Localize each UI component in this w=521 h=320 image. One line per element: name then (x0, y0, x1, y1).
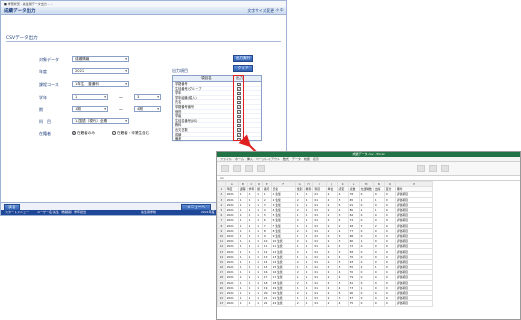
font-icon[interactable] (233, 165, 241, 172)
data-type-label: 対象データ (39, 57, 59, 62)
page-title: 成績データ出力 (4, 9, 36, 14)
fields-label: 出力項目 (172, 68, 188, 73)
field-item-label: 氏名 (175, 100, 182, 105)
field-list: 項目名 出力 学籍番号 ✓ 生徒番号/グループ ✓ 学年 ✓ 学年組番(縦入) ✓ 氏名 ✓ 学籍番… (172, 75, 262, 142)
field-item-label: 出欠日数 (175, 127, 188, 132)
table-cell[interactable]: 評価項目 (394, 300, 434, 307)
table-cell[interactable]: 01 (312, 300, 327, 307)
spreadsheet-grid[interactable]: A B C D E F G H I J K L M N O P 1 年度 課程 学年組番号 氏名 性別 教科 科目 単位 評定 点数… (217, 180, 434, 307)
app-header: 成績データ出力 文字サイズ変更 小 中 (1, 7, 286, 15)
clear-button[interactable]: クリア (233, 65, 253, 72)
status-school: 先生用学校 (141, 210, 157, 214)
term-label: 期 (39, 107, 43, 112)
font-size-buttons[interactable]: 小 中 (275, 8, 284, 13)
status-info: 2021年度 (201, 210, 215, 214)
align-icon[interactable] (245, 165, 253, 172)
table-row: 23 2021 1 1 1 22 22 生徒 2 1 01 2 4 75 0 0 0 評価項目 (217, 300, 434, 307)
chevron-down-icon: ▾ (125, 69, 127, 73)
font-size-label: 文字サイズ変更 (247, 8, 274, 13)
chevron-down-icon: ▾ (157, 107, 159, 111)
term-from-select[interactable]: 1期 ▾ (72, 106, 108, 112)
chevron-down-icon: ▾ (104, 107, 106, 111)
field-item-label: 個別 (175, 109, 182, 114)
chevron-down-icon: ▾ (125, 82, 127, 86)
table-cell[interactable]: 2 (294, 300, 305, 307)
chevron-down-icon: ▾ (157, 95, 159, 99)
radio-include-graduates[interactable]: 在籍者・卒業生含む (112, 131, 149, 136)
chevron-down-icon: ▾ (125, 57, 127, 61)
course-select[interactable]: 1年生 普通科 ▾ (72, 81, 129, 87)
table-cell[interactable]: 22 生徒 (270, 300, 296, 307)
data-type-select[interactable]: 成績情報 ▾ (72, 56, 129, 62)
term-to-select[interactable]: 4期 ▾ (134, 106, 161, 112)
grade-to-select[interactable]: 3 ▾ (134, 94, 161, 100)
table-cell[interactable]: 1 (246, 300, 257, 307)
status-user: ユーザー名:先生（教職員）学年担当 (37, 210, 86, 214)
chevron-down-icon: ▾ (104, 95, 106, 99)
radio-selected-icon (72, 131, 76, 135)
range-separator: 〜 (119, 95, 123, 100)
radio-empty-icon (112, 131, 116, 135)
chevron-down-icon: ▾ (125, 119, 127, 123)
paste-icon[interactable] (221, 165, 229, 172)
table-cell[interactable]: 22 (261, 300, 272, 307)
style-icon[interactable] (417, 165, 425, 172)
number-icon[interactable] (257, 165, 265, 172)
excel-window: 成績データ.csv - Excel ファイル ホーム 挿入 ページレイアウト 数… (216, 151, 521, 320)
table-cell[interactable]: 4 (336, 300, 349, 307)
table-cell[interactable]: 75 (347, 300, 360, 307)
field-item-label: 学籍番号番号 (175, 104, 195, 109)
field-name-header: 項目名 (201, 76, 212, 80)
section-divider (6, 41, 281, 42)
field-item-label: 教科 (175, 123, 182, 128)
field-list-item[interactable]: 備考 ✓ (173, 137, 261, 142)
table-cell[interactable]: 1 (237, 300, 248, 307)
field-item-label: 学籍番号 (175, 82, 188, 86)
subject-label: 科 目 (39, 119, 51, 124)
excel-ribbon (217, 162, 520, 176)
table-cell[interactable]: 1 (303, 300, 314, 307)
field-item-label: 学年 (175, 91, 182, 96)
subject-select[interactable]: 1.国語（現代）全期 ▾ (72, 118, 129, 124)
table-cell[interactable]: 0 (358, 300, 374, 307)
table-cell[interactable]: 0 (372, 300, 385, 307)
field-item-label: 備考 (175, 137, 182, 142)
grade-label: 学年 (39, 95, 47, 100)
output-label: 在籍者 (39, 131, 51, 136)
highlight-box (233, 75, 244, 141)
table-cell[interactable]: 0 (383, 300, 396, 307)
radio-enrolled-only[interactable]: 在籍者のみ (72, 131, 95, 136)
grade-from-select[interactable]: 1 ▾ (72, 94, 108, 100)
cells-icon[interactable] (429, 165, 437, 172)
status-start: スタートメニュー (5, 210, 30, 214)
year-select[interactable]: 2021 ▾ (72, 68, 129, 74)
course-label: 課程コース (39, 82, 59, 87)
field-item-label: 生徒番号/グループ (175, 86, 202, 91)
field-item-label: 成績 (175, 132, 182, 137)
execute-button[interactable]: 出力実行 (233, 55, 253, 62)
table-cell[interactable]: 欠課時数 (358, 186, 374, 193)
year-label: 年度 (39, 69, 47, 74)
row-header[interactable]: 23 (217, 300, 226, 307)
editing-icon[interactable] (441, 165, 449, 172)
table-cell[interactable]: 2 (325, 300, 338, 307)
range-separator: 〜 (119, 107, 123, 112)
table-cell[interactable]: 2021 (224, 300, 239, 307)
field-item-label: 学級 (175, 114, 182, 119)
table-cell[interactable]: 1 (255, 300, 263, 307)
